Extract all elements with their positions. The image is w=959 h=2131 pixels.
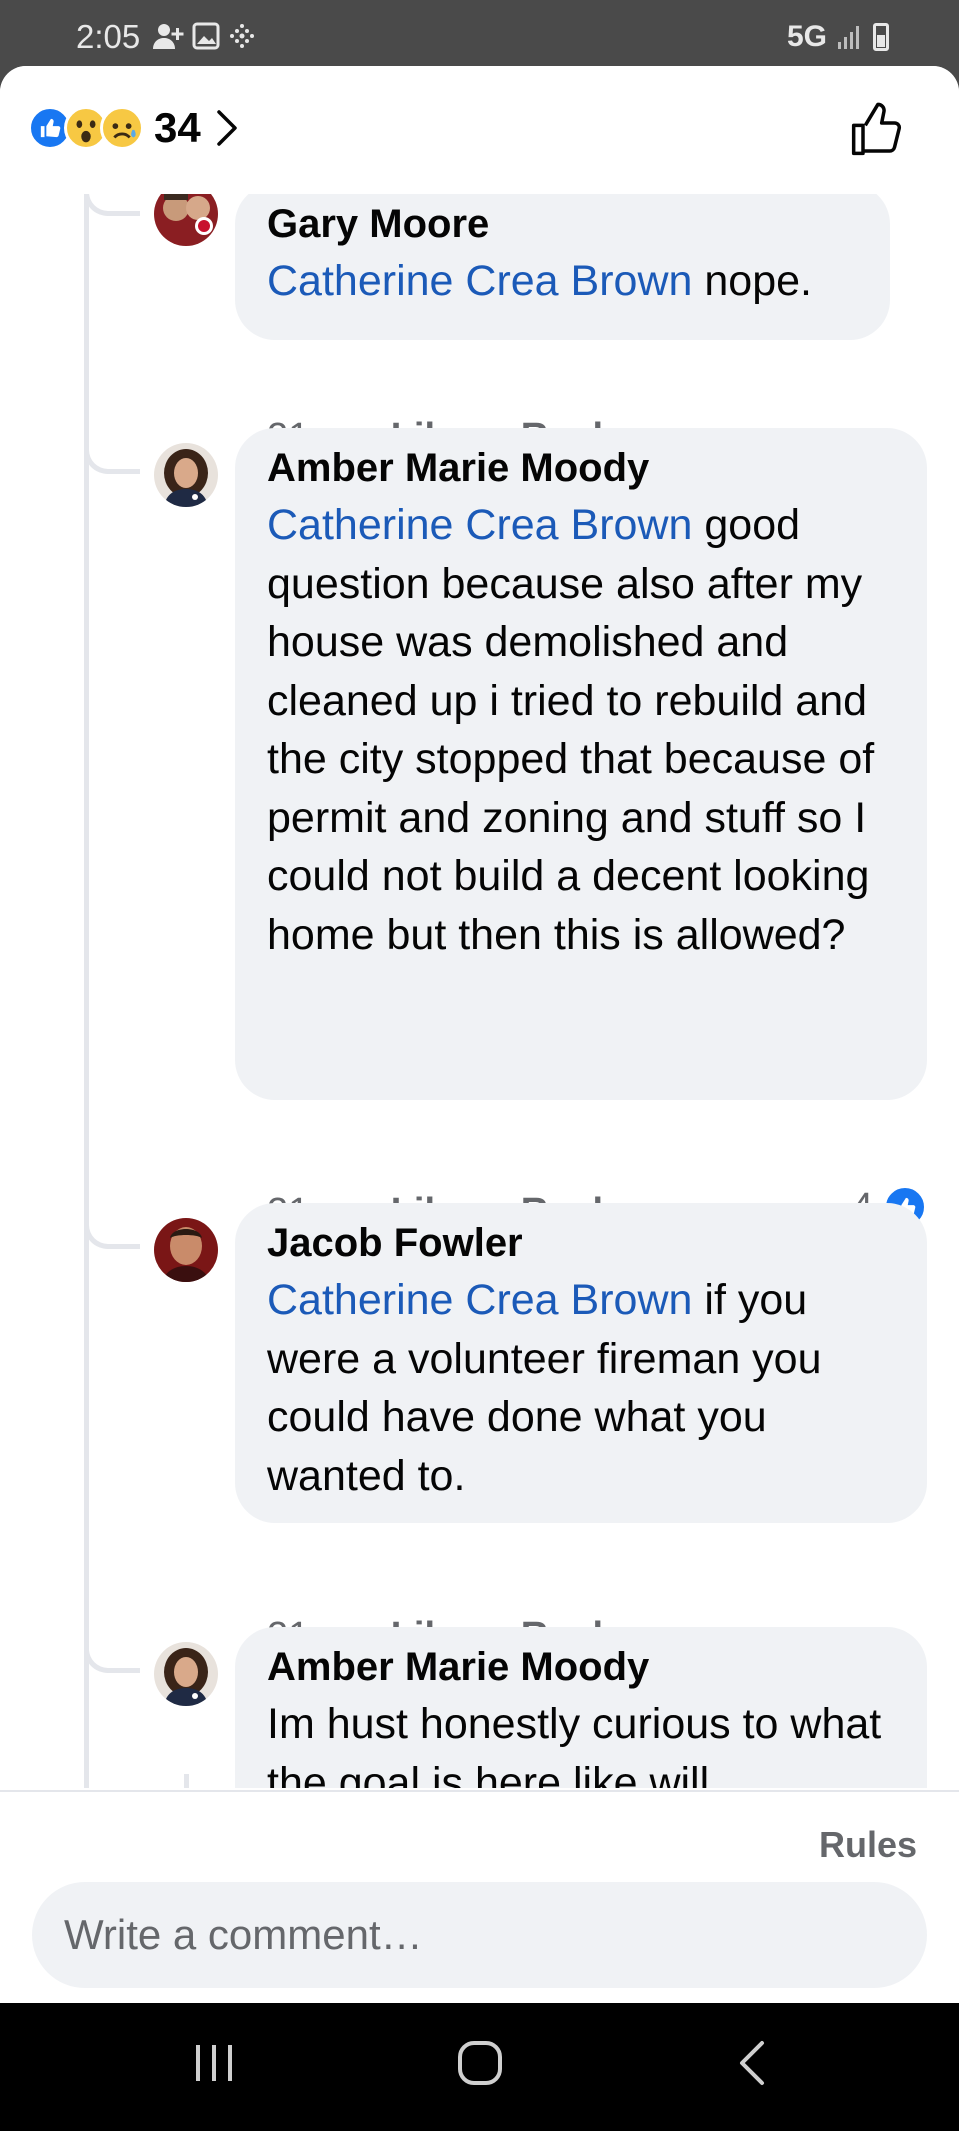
avatar[interactable]: [154, 1642, 218, 1706]
home-icon[interactable]: [456, 2039, 504, 2087]
mention-link[interactable]: Catherine Crea Brown: [267, 501, 692, 549]
rules-link[interactable]: Rules: [819, 1824, 917, 1866]
chevron-right-icon: [216, 110, 237, 146]
comment-bubble: Amber Marie Moody Im hust honestly curio…: [235, 1627, 927, 1788]
comment-text: Catherine Crea Brown good question becau…: [267, 496, 895, 964]
comment-author[interactable]: Amber Marie Moody: [267, 1641, 895, 1693]
comment-bubble: Jacob Fowler Catherine Crea Brown if you…: [235, 1203, 927, 1523]
comment-footer: Rules: [0, 1790, 959, 2003]
signal-icon: [838, 26, 859, 49]
comment-body: nope.: [692, 257, 812, 305]
thread-connector: [84, 1221, 140, 1249]
like-button-icon[interactable]: [849, 102, 905, 158]
comment-author[interactable]: Jacob Fowler: [267, 1217, 895, 1269]
battery-icon: [873, 23, 889, 51]
comments-sheet: 34 Gary Moore Catherine Crea Brown nope.…: [0, 66, 959, 2003]
sad-reaction-icon: [100, 106, 144, 150]
recent-apps-icon[interactable]: [192, 2039, 236, 2087]
comment-bubble: Gary Moore Catherine Crea Brown nope.: [235, 194, 890, 340]
reaction-count: 34: [154, 104, 201, 151]
status-notification-icons: [152, 22, 256, 50]
status-right: 5G: [787, 20, 889, 54]
comment-body: good question because also after my hous…: [267, 501, 875, 959]
sheet-header: 34: [0, 66, 959, 194]
comment-text: Catherine Crea Brown if you were a volun…: [267, 1271, 895, 1505]
reply-thread-line: [184, 1774, 189, 1788]
avatar[interactable]: [154, 443, 218, 507]
comment-text: Catherine Crea Brown nope.: [267, 252, 858, 311]
mention-link[interactable]: Catherine Crea Brown: [267, 257, 692, 305]
comment-thread: Gary Moore Catherine Crea Brown nope. 21…: [0, 194, 959, 1788]
dots-grid-icon: [230, 24, 254, 48]
avatar[interactable]: [154, 1218, 218, 1282]
mention-link[interactable]: Catherine Crea Brown: [267, 1276, 692, 1324]
back-icon[interactable]: [736, 2039, 768, 2087]
thread-connector: [84, 446, 140, 474]
comment-author[interactable]: Amber Marie Moody: [267, 442, 895, 494]
thread-line: [84, 194, 89, 1788]
navigation-bar: [0, 2003, 959, 2131]
thread-connector: [84, 1645, 140, 1673]
comment-text: Im hust honestly curious to what the goa…: [267, 1700, 882, 1788]
comment-input[interactable]: [32, 1882, 927, 1988]
comment-bubble: Amber Marie Moody Catherine Crea Brown g…: [235, 428, 927, 1100]
network-label: 5G: [786, 20, 827, 53]
reactions-summary[interactable]: 34: [28, 104, 239, 152]
person-add-icon: [153, 24, 184, 49]
comment-author[interactable]: Gary Moore: [267, 198, 858, 250]
thread-connector: [84, 194, 140, 216]
avatar[interactable]: [154, 194, 218, 246]
image-icon: [192, 22, 220, 50]
status-time: 2:05: [76, 18, 141, 55]
status-bar: 2:05 5G: [0, 0, 959, 66]
